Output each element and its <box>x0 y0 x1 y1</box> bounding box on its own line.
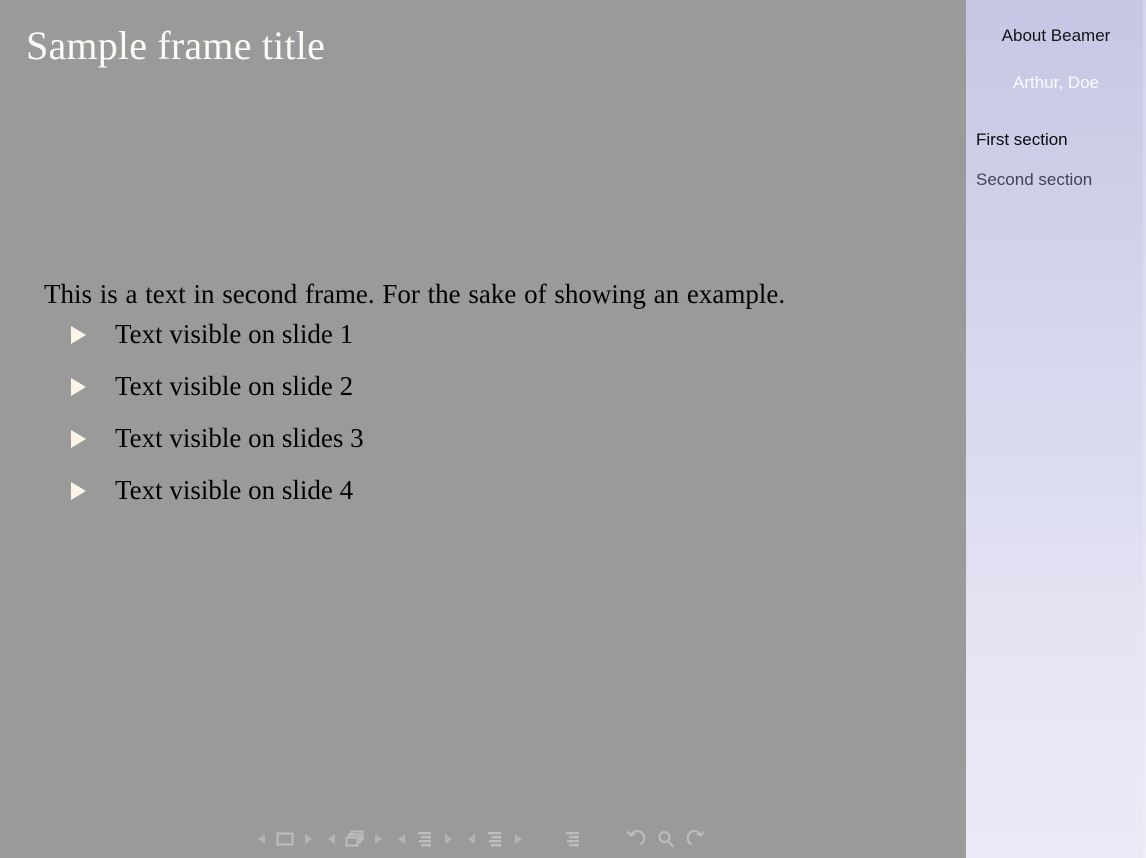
list-item: Text visible on slides 3 <box>44 425 900 452</box>
triangle-right-icon[interactable] <box>515 834 522 844</box>
beamer-slide: Sample frame title This is a text in sec… <box>0 0 1146 858</box>
sidebar-author: Arthur, Doe <box>1013 73 1099 92</box>
triangle-left-icon[interactable] <box>258 834 265 844</box>
list-item: Text visible on slide 1 <box>44 321 900 348</box>
triangle-left-icon[interactable] <box>468 834 475 844</box>
itemize-list: Text visible on slide 1 Text visible on … <box>44 321 900 504</box>
sidebar-presentation-title[interactable]: About Beamer <box>966 26 1146 46</box>
history-group[interactable] <box>624 829 708 849</box>
bullet-triangle-icon <box>71 377 86 396</box>
section-lines-icon[interactable] <box>484 829 506 849</box>
subsection-navigation-group[interactable] <box>398 829 452 849</box>
sidebar-item-second-section[interactable]: Second section <box>966 171 1146 188</box>
list-item-label: Text visible on slide 2 <box>115 371 354 402</box>
frame-navigation-group[interactable] <box>328 829 382 849</box>
bullet-triangle-icon <box>71 429 86 448</box>
body-paragraph: This is a text in second frame. For the … <box>44 279 786 309</box>
frame-title: Sample frame title <box>26 23 326 68</box>
slide-body: This is a text in second frame. For the … <box>44 274 900 504</box>
list-item-label: Text visible on slide 1 <box>115 319 354 350</box>
triangle-right-icon[interactable] <box>375 834 382 844</box>
triangle-left-icon[interactable] <box>328 834 335 844</box>
list-item-label: Text visible on slides 3 <box>115 423 364 454</box>
single-slide-icon[interactable] <box>274 829 296 849</box>
slide-navigation-group[interactable] <box>258 829 312 849</box>
list-item: Text visible on slide 2 <box>44 373 900 400</box>
stacked-frames-icon[interactable] <box>344 829 366 849</box>
table-of-contents-icon[interactable] <box>562 829 584 849</box>
sidebar: About Beamer Arthur, Doe First section S… <box>966 0 1146 858</box>
subsection-lines-icon[interactable] <box>414 829 436 849</box>
triangle-right-icon[interactable] <box>305 834 312 844</box>
toc-group[interactable] <box>562 829 584 849</box>
sidebar-item-first-section[interactable]: First section <box>966 131 1146 148</box>
triangle-right-icon[interactable] <box>445 834 452 844</box>
bullet-triangle-icon <box>71 481 86 500</box>
bullet-triangle-icon <box>71 325 86 344</box>
sidebar-section-list: First section Second section <box>966 131 1146 211</box>
search-magnifier-icon[interactable] <box>655 829 677 849</box>
section-navigation-group[interactable] <box>468 829 522 849</box>
forward-arrow-icon[interactable] <box>686 829 708 849</box>
list-item: Text visible on slide 4 <box>44 477 900 504</box>
slide-main-area: Sample frame title This is a text in sec… <box>0 0 966 858</box>
beamer-navigation-bar[interactable] <box>0 826 966 852</box>
back-arrow-icon[interactable] <box>624 829 646 849</box>
list-item-label: Text visible on slide 4 <box>115 475 354 506</box>
triangle-left-icon[interactable] <box>398 834 405 844</box>
